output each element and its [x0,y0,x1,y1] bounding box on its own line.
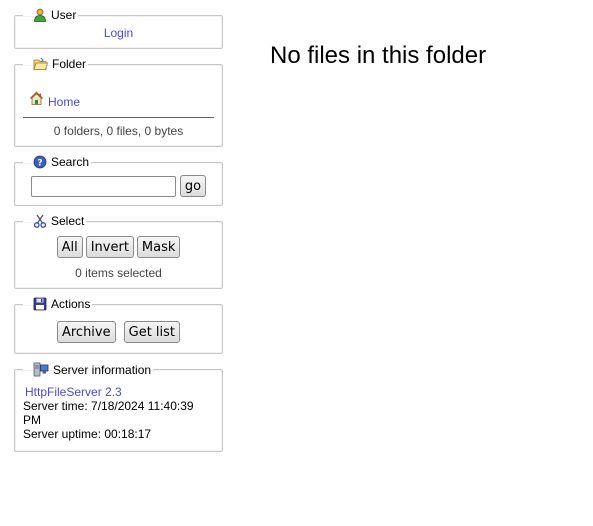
search-legend-label: Search [51,155,90,169]
folder-icon [33,57,48,71]
search-section: ? Search go [14,155,223,206]
invert-selection-button[interactable]: Invert [85,236,134,258]
server-time: Server time: 7/18/2024 11:40:39 PM [23,399,194,427]
folder-legend-label: Folder [52,57,87,71]
actions-section: Actions Archive Get list [14,297,223,354]
user-legend-label: User [51,8,77,22]
help-icon: ? [33,155,47,169]
svg-text:?: ? [37,159,42,169]
server-legend-label: Server information [53,363,152,377]
folder-legend: Folder [23,57,88,71]
home-row: Home [23,73,214,118]
mask-button[interactable]: Mask [136,236,181,258]
server-version-link[interactable]: HttpFileServer 2.3 [23,385,122,399]
empty-folder-message: No files in this folder [270,42,487,69]
floppy-disk-icon [33,297,47,311]
server-info-section: Server information HttpFileServer 2.3 Se… [14,362,223,452]
user-section: User Login [14,8,223,49]
get-list-button[interactable]: Get list [123,321,181,343]
server-icon [33,362,49,377]
side-panel: User Login Folder Home 0 folders, 0 file… [14,8,223,460]
server-legend: Server information [23,362,153,377]
home-link[interactable]: Home [48,95,80,109]
select-legend: Select [23,214,86,228]
user-legend: User [23,8,78,22]
login-link[interactable]: Login [104,26,133,40]
select-legend-label: Select [51,214,85,228]
home-icon [29,91,44,109]
user-icon [33,8,47,22]
search-legend: ? Search [23,155,91,169]
folder-section: Folder Home 0 folders, 0 files, 0 bytes [14,57,223,147]
select-all-button[interactable]: All [56,236,83,258]
actions-legend-label: Actions [51,297,91,311]
server-uptime: Server uptime: 00:18:17 [23,427,152,441]
selected-count: 0 items selected [75,266,162,280]
select-section: Select All Invert Mask 0 items selected [14,214,223,289]
folder-stats: 0 folders, 0 files, 0 bytes [53,124,184,138]
search-input[interactable] [30,175,176,197]
go-button[interactable]: go [179,175,207,197]
scissors-icon [33,214,47,228]
archive-button[interactable]: Archive [56,321,116,343]
actions-legend: Actions [23,297,92,311]
